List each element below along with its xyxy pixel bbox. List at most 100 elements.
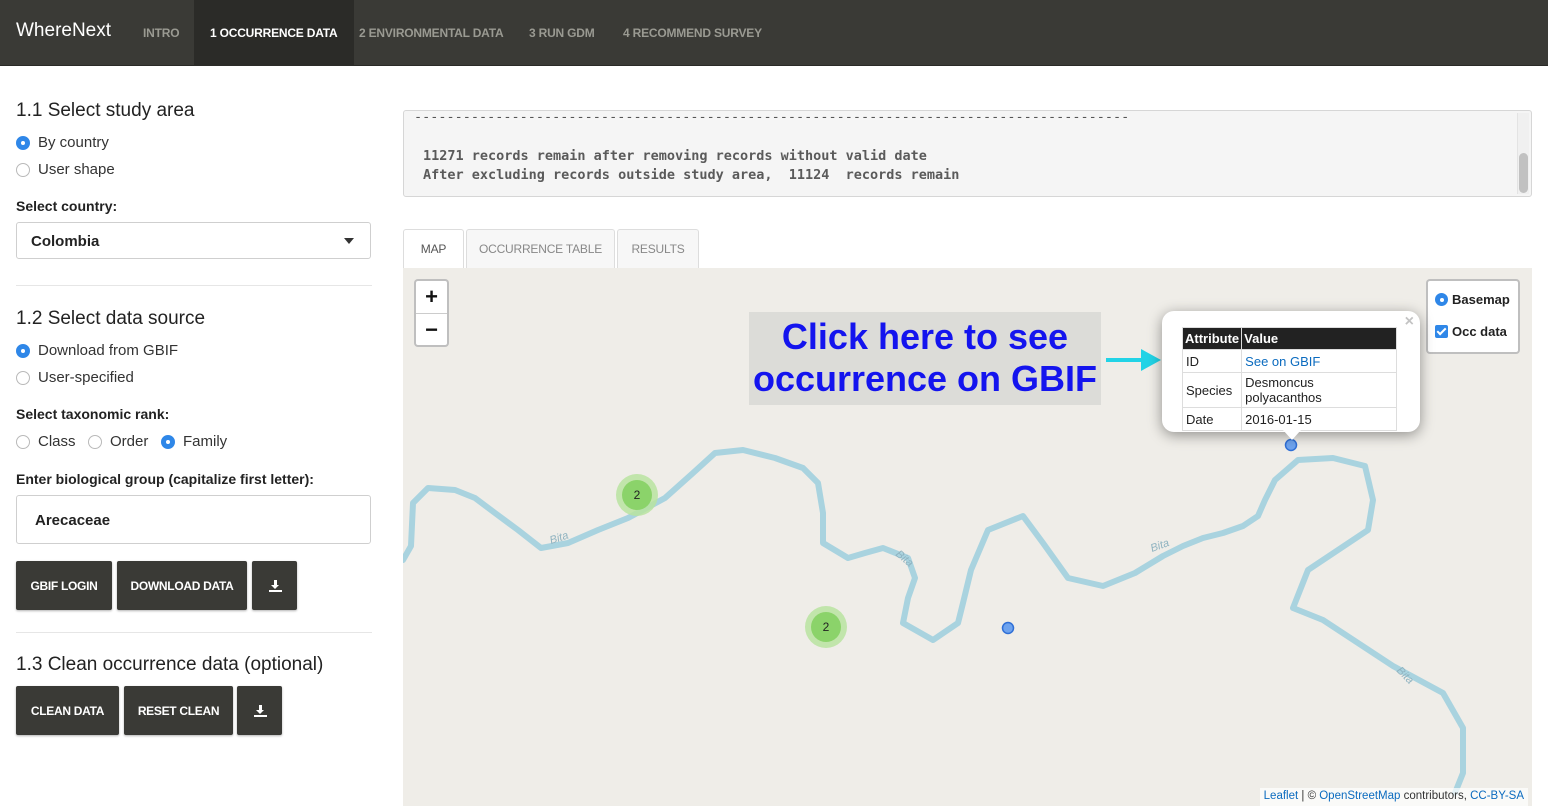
license-link[interactable]: CC-BY-SA: [1470, 790, 1524, 802]
gbif-login-button[interactable]: GBIF LOGIN: [16, 561, 112, 610]
occurrence-marker[interactable]: [1001, 621, 1015, 635]
radio-unchecked-icon[interactable]: [16, 370, 30, 385]
section-divider: [16, 632, 372, 633]
checkbox-checked-icon[interactable]: [1435, 325, 1448, 338]
radio-rank-class[interactable]: Class: [16, 433, 76, 450]
attr-cell: ID: [1181, 349, 1243, 373]
river-bita: [403, 447, 1466, 796]
table-row: Species Desmoncus polyacanthos: [1181, 372, 1398, 408]
radio-unchecked-icon[interactable]: [16, 162, 30, 177]
leaflet-link[interactable]: Leaflet: [1264, 790, 1299, 802]
layer-occ-data[interactable]: Occ data: [1435, 324, 1507, 339]
radio-user-specified[interactable]: User-specified: [16, 369, 134, 386]
value-cell: Desmoncus polyacanthos: [1241, 372, 1398, 408]
download-occurrence-button[interactable]: [252, 561, 297, 610]
biological-group-input[interactable]: Arecaceae: [16, 495, 371, 544]
radio-rank-order[interactable]: Order: [88, 433, 148, 450]
popup-tip: [1283, 430, 1301, 440]
occurrence-marker-selected[interactable]: [1284, 438, 1298, 452]
radio-by-country[interactable]: By country: [16, 134, 109, 151]
radio-unchecked-icon[interactable]: [88, 434, 102, 449]
caret-down-icon: [344, 238, 354, 244]
country-select[interactable]: Colombia: [16, 222, 371, 259]
download-icon: [253, 704, 267, 717]
tab-results[interactable]: RESULTS: [617, 229, 699, 269]
attr-cell: Date: [1181, 407, 1243, 431]
zoom-control: + −: [414, 279, 449, 347]
layer-label: Basemap: [1452, 292, 1510, 307]
layer-label: Occ data: [1452, 324, 1507, 339]
radio-checked-icon[interactable]: [161, 434, 175, 449]
section-divider: [16, 285, 372, 286]
map-attribution: Leaflet | © OpenStreetMap contributors, …: [1259, 788, 1528, 806]
top-navbar: WhereNext INTRO 1 OCCURRENCE DATA 2 ENVI…: [0, 0, 1548, 66]
attr-cell: Species: [1181, 372, 1243, 408]
biological-group-label: Enter biological group (capitalize first…: [16, 471, 314, 487]
clean-data-button[interactable]: CLEAN DATA: [16, 686, 119, 735]
zoom-out-button[interactable]: −: [416, 314, 447, 346]
radio-label: User-specified: [38, 369, 134, 386]
console-output[interactable]: ----------------------------------------…: [403, 110, 1532, 197]
download-icon: [268, 579, 282, 592]
radio-label: Order: [110, 433, 149, 450]
radio-download-gbif[interactable]: Download from GBIF: [16, 342, 178, 359]
console-line: 11271 records remain after removing reco…: [423, 148, 927, 164]
occurrence-popup: × Attribute Value ID See on GBIF Species…: [1162, 311, 1420, 440]
leaflet-map[interactable]: Bita Bita Bita Bita 2 2 + − Basemap Occ …: [403, 268, 1532, 806]
section-title-clean-data: 1.3 Clean occurrence data (optional): [16, 654, 324, 675]
popup-table: Attribute Value ID See on GBIF Species D…: [1181, 327, 1398, 431]
attribution-text: contributors,: [1400, 790, 1471, 802]
cluster-count: 2: [823, 620, 830, 634]
cluster-marker[interactable]: 2: [616, 474, 658, 516]
nav-tab-run-gdm[interactable]: 3 RUN GDM: [513, 0, 611, 66]
value-cell: See on GBIF: [1241, 349, 1398, 373]
nav-tab-occurrence-data[interactable]: 1 OCCURRENCE DATA: [194, 0, 354, 66]
close-icon[interactable]: ×: [1405, 313, 1414, 331]
taxonomic-rank-label: Select taxonomic rank:: [16, 406, 170, 422]
osm-link[interactable]: OpenStreetMap: [1319, 790, 1400, 802]
nav-tab-intro[interactable]: INTRO: [127, 0, 195, 66]
gbif-link[interactable]: See on GBIF: [1245, 354, 1320, 369]
app-brand[interactable]: WhereNext: [16, 20, 111, 42]
annotation-arrow: [1106, 349, 1161, 371]
radio-label: Class: [38, 433, 76, 450]
value-cell: 2016-01-15: [1241, 407, 1398, 431]
radio-unchecked-icon[interactable]: [16, 434, 30, 449]
nav-tab-recommend-survey[interactable]: 4 RECOMMEND SURVEY: [607, 0, 778, 66]
zoom-in-button[interactable]: +: [416, 281, 447, 313]
table-row: ID See on GBIF: [1181, 349, 1398, 373]
sidebar-panel: 1.1 Select study area By country User sh…: [16, 66, 372, 806]
radio-label: Family: [183, 433, 228, 450]
radio-checked-icon[interactable]: [16, 343, 30, 358]
cluster-marker[interactable]: 2: [805, 606, 847, 648]
radio-checked-icon[interactable]: [16, 135, 30, 150]
section-title-data-source: 1.2 Select data source: [16, 308, 206, 329]
radio-label: By country: [38, 134, 109, 151]
select-country-label: Select country:: [16, 198, 118, 214]
country-select-value: Colombia: [31, 233, 100, 250]
section-title-study-area: 1.1 Select study area: [16, 100, 195, 121]
attribution-sep: | ©: [1298, 790, 1320, 802]
console-scrollbar-thumb[interactable]: [1519, 153, 1528, 193]
tab-occurrence-table[interactable]: OCCURRENCE TABLE: [466, 229, 615, 269]
radio-checked-icon[interactable]: [1435, 293, 1448, 306]
table-header-row: Attribute Value: [1181, 327, 1398, 350]
table-header: Value: [1241, 327, 1398, 350]
tab-map[interactable]: MAP: [403, 229, 464, 270]
layers-control: Basemap Occ data: [1426, 279, 1520, 354]
radio-user-shape[interactable]: User shape: [16, 161, 115, 178]
table-row: Date 2016-01-15: [1181, 407, 1398, 431]
console-separator: ----------------------------------------…: [414, 110, 1130, 125]
console-line: After excluding records outside study ar…: [423, 167, 960, 183]
output-tabbar: MAP OCCURRENCE TABLE RESULTS: [403, 229, 1532, 270]
table-header: Attribute: [1181, 327, 1243, 350]
radio-label: User shape: [38, 161, 115, 178]
radio-rank-family[interactable]: Family: [161, 433, 227, 450]
download-data-button[interactable]: DOWNLOAD DATA: [117, 561, 247, 610]
cluster-count: 2: [634, 488, 641, 502]
annotation-callout: Click here to see occurrence on GBIF: [749, 312, 1101, 405]
nav-tab-environmental-data[interactable]: 2 ENVIRONMENTAL DATA: [343, 0, 519, 66]
download-clean-button[interactable]: [237, 686, 282, 735]
reset-clean-button[interactable]: RESET CLEAN: [124, 686, 233, 735]
layer-basemap[interactable]: Basemap: [1435, 292, 1510, 307]
